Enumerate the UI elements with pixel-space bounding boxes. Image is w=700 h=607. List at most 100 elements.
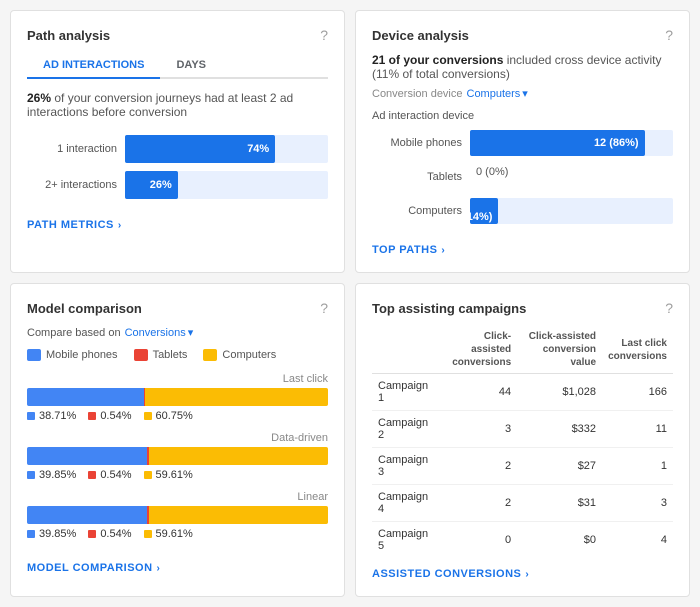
bar-row-1interaction: 1 interaction 74%: [27, 135, 328, 163]
device-bar-row-computers: Computers 2 (14%): [372, 198, 673, 224]
dot-linear-tablets: [88, 530, 96, 538]
dot-datadriven-mobile: [27, 471, 35, 479]
model-pct-datadriven-mobile: 39.85%: [27, 469, 76, 481]
path-analysis-header: Path analysis ?: [27, 27, 328, 43]
compare-chevron: ▾: [188, 326, 194, 339]
table-row: Campaign 1 44 $1,028 166: [372, 374, 673, 411]
device-bar-row-mobile: Mobile phones 12 (86%): [372, 130, 673, 156]
campaign-col2-3: $31: [517, 485, 602, 522]
model-data-driven: Data-driven 39.85% 0.54% 59.61%: [27, 432, 328, 481]
ad-interaction-label: Ad interaction device: [372, 110, 673, 122]
model-pcts-lastclick: 38.71% 0.54% 60.75%: [27, 410, 328, 422]
model-pct-lastclick-computers: 60.75%: [144, 410, 193, 422]
model-pcts-linear: 39.85% 0.54% 59.61%: [27, 528, 328, 540]
model-pct-datadriven-tablets: 0.54%: [88, 469, 131, 481]
campaign-name-2: Campaign 3: [372, 448, 440, 485]
device-filter-chevron: ▾: [522, 87, 528, 100]
device-bar-value-mobile: 12 (86%): [594, 137, 639, 149]
campaign-col2-2: $27: [517, 448, 602, 485]
path-analysis-description: 26% of your conversion journeys had at l…: [27, 91, 328, 119]
path-desc-text: of your conversion journeys: [51, 91, 201, 105]
legend-tablets: Tablets: [134, 349, 188, 361]
table-row: Campaign 5 0 $0 4: [372, 522, 673, 559]
model-comparison-card: Model comparison ? Compare based on Conv…: [10, 283, 345, 597]
model-pct-linear-mobile: 39.85%: [27, 528, 76, 540]
path-analysis-help[interactable]: ?: [320, 27, 328, 43]
bar-row-2interactions: 2+ interactions 26%: [27, 171, 328, 199]
device-filter-label: Conversion device: [372, 88, 463, 100]
device-analysis-header: Device analysis ?: [372, 27, 673, 43]
campaign-name-1: Campaign 2: [372, 411, 440, 448]
legend-mobile: Mobile phones: [27, 349, 118, 361]
campaign-col2-0: $1,028: [517, 374, 602, 411]
model-pcts-datadriven: 39.85% 0.54% 59.61%: [27, 469, 328, 481]
device-filter: Conversion device Computers ▾: [372, 87, 673, 100]
campaign-col3-0: 166: [602, 374, 673, 411]
campaign-name-0: Campaign 1: [372, 374, 440, 411]
path-analysis-tabs: AD INTERACTIONS DAYS: [27, 53, 328, 79]
campaign-col3-3: 3: [602, 485, 673, 522]
model-linear: Linear 39.85% 0.54% 59.61%: [27, 491, 328, 540]
model-bar-lastclick: [27, 388, 328, 406]
campaign-col1-3: 2: [440, 485, 517, 522]
model-pct-linear-tablets: 0.54%: [88, 528, 131, 540]
campaign-col3-4: 4: [602, 522, 673, 559]
col-header-click-value: Click-assistedconversion value: [517, 326, 602, 374]
device-analysis-title: Device analysis: [372, 28, 469, 43]
device-bar-container-mobile: 12 (86%): [470, 130, 673, 156]
top-campaigns-title: Top assisting campaigns: [372, 301, 526, 316]
device-analysis-help[interactable]: ?: [665, 27, 673, 43]
bar-container-1: 74%: [125, 135, 328, 163]
path-analysis-card: Path analysis ? AD INTERACTIONS DAYS 26%…: [10, 10, 345, 273]
device-bar-value-tablets: 0 (0%): [476, 166, 508, 178]
assisted-conversions-chevron: ›: [525, 569, 529, 580]
legend-color-tablets: [134, 349, 148, 361]
top-campaigns-card: Top assisting campaigns ? Click-assisted…: [355, 283, 690, 597]
bar-fill-1: 74%: [125, 135, 275, 163]
model-last-click: Last click 38.71% 0.54% 60.75%: [27, 373, 328, 422]
assisted-conversions-link[interactable]: ASSISTED CONVERSIONS ›: [372, 568, 529, 580]
bar-label-1: 1 interaction: [27, 143, 117, 155]
model-name-linear: Linear: [27, 491, 328, 503]
model-comparison-chevron: ›: [157, 563, 161, 574]
compare-dropdown[interactable]: Conversions ▾: [125, 326, 194, 339]
model-pct-lastclick-mobile: 38.71%: [27, 410, 76, 422]
path-metrics-link[interactable]: PATH METRICS ›: [27, 219, 122, 231]
bar-container-2: 26%: [125, 171, 328, 199]
legend-label-tablets: Tablets: [153, 349, 188, 361]
campaign-col2-4: $0: [517, 522, 602, 559]
model-bar-datadriven-mobile: [27, 447, 147, 465]
top-paths-chevron: ›: [441, 245, 445, 256]
top-paths-link[interactable]: TOP PATHS ›: [372, 244, 445, 256]
campaign-col1-0: 44: [440, 374, 517, 411]
device-analysis-card: Device analysis ? 21 of your conversions…: [355, 10, 690, 273]
device-conversions-count: 21 of your conversions: [372, 53, 503, 67]
device-bar-fill-computers: 2 (14%): [470, 198, 498, 224]
path-pct: 26%: [27, 91, 51, 105]
model-legend: Mobile phones Tablets Computers: [27, 349, 328, 361]
campaign-name-3: Campaign 4: [372, 485, 440, 522]
campaigns-table: Click-assistedconversions Click-assisted…: [372, 326, 673, 558]
campaign-col1-4: 0: [440, 522, 517, 559]
dot-datadriven-computers: [144, 471, 152, 479]
model-comparison-help[interactable]: ?: [320, 300, 328, 316]
bar-label-2: 2+ interactions: [27, 179, 117, 191]
campaign-col1-2: 2: [440, 448, 517, 485]
tab-days[interactable]: DAYS: [160, 53, 222, 79]
compare-label: Compare based on Conversions ▾: [27, 326, 328, 339]
model-comparison-header: Model comparison ?: [27, 300, 328, 316]
tab-ad-interactions[interactable]: AD INTERACTIONS: [27, 53, 160, 79]
top-campaigns-header: Top assisting campaigns ?: [372, 300, 673, 316]
device-bar-value-computers: 2 (14%): [463, 199, 492, 223]
campaigns-table-header: Click-assistedconversions Click-assisted…: [372, 326, 673, 374]
legend-label-computers: Computers: [222, 349, 276, 361]
model-bar-datadriven-computers: [149, 447, 328, 465]
model-bar-datadriven: [27, 447, 328, 465]
model-comparison-link[interactable]: MODEL COMPARISON ›: [27, 562, 160, 574]
dashboard: Path analysis ? AD INTERACTIONS DAYS 26%…: [10, 10, 690, 597]
top-campaigns-help[interactable]: ?: [665, 300, 673, 316]
campaign-name-4: Campaign 5: [372, 522, 440, 559]
dot-lastclick-tablets: [88, 412, 96, 420]
device-filter-dropdown[interactable]: Computers ▾: [467, 87, 528, 100]
model-bar-lastclick-computers: [145, 388, 328, 406]
